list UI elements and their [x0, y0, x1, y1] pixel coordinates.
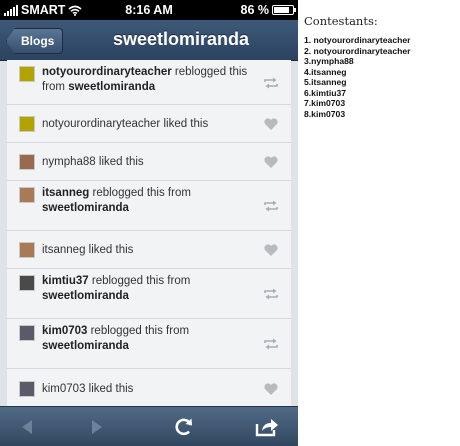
contestant-item: 4.itsanneg	[304, 66, 347, 77]
note-text: notyourordinaryteacher reblogged this fr…	[42, 65, 261, 95]
avatar[interactable]	[19, 381, 35, 397]
reblog-icon	[264, 338, 278, 350]
note-username[interactable]: itsanneg	[42, 187, 89, 199]
reblog-icon	[264, 288, 278, 300]
refresh-icon[interactable]	[172, 415, 196, 439]
battery-indicator: 86 %	[240, 3, 296, 17]
battery-percent: 86 %	[240, 3, 270, 17]
note-username[interactable]: kim0703	[42, 325, 87, 337]
avatar[interactable]	[19, 154, 35, 170]
avatar[interactable]	[19, 187, 35, 203]
note-text: nympha88 liked this	[42, 155, 261, 170]
note-action: reblogged this from	[87, 325, 190, 337]
forward-arrow-icon[interactable]	[84, 415, 108, 439]
contestants-heading: Contestants:	[304, 14, 378, 28]
phone-screen: SMART 8:16 AM 86 % Blogs sweetlomiranda …	[0, 0, 298, 446]
reblog-icon	[264, 200, 278, 212]
status-bar: SMART 8:16 AM 86 %	[0, 0, 298, 20]
avatar[interactable]	[19, 325, 35, 341]
note-action: reblogged this from	[88, 275, 191, 287]
note-text: kim0703 reblogged this from sweetlomiran…	[42, 324, 261, 354]
note-row[interactable]: kim0703 liked this	[7, 369, 291, 406]
note-source-blog[interactable]: sweetlomiranda	[42, 340, 129, 352]
contestants-list: 1. notyourordinaryteacher 2. notyourordin…	[304, 35, 458, 119]
notes-list[interactable]: notyourordinaryteacher reblogged this fr…	[7, 60, 291, 406]
bottom-toolbar	[0, 406, 298, 446]
contestant-item: 2. notyourordinaryteacher	[304, 45, 411, 56]
contestant-item: 3.nympha88	[304, 56, 354, 66]
battery-icon	[272, 5, 296, 15]
note-text: notyourordinaryteacher liked this	[42, 117, 261, 132]
note-row[interactable]: nympha88 liked this	[7, 143, 291, 181]
note-username[interactable]: notyourordinaryteacher	[42, 66, 172, 78]
contestant-item: 8.kim0703	[304, 108, 346, 119]
contestant-item: 1. notyourordinaryteacher	[304, 35, 411, 45]
back-arrow-icon[interactable]	[16, 415, 40, 439]
note-text: kimtiu37 reblogged this from sweetlomira…	[42, 274, 261, 304]
note-row[interactable]: notyourordinaryteacher liked this	[7, 105, 291, 143]
heart-icon	[264, 383, 278, 395]
share-icon[interactable]	[254, 415, 280, 439]
note-source-blog[interactable]: sweetlomiranda	[68, 81, 155, 93]
heart-icon	[264, 118, 278, 130]
avatar[interactable]	[19, 66, 35, 82]
note-action: itsanneg liked this	[42, 244, 134, 256]
page-title: sweetlomiranda	[112, 29, 250, 49]
note-row[interactable]: kim0703 reblogged this from sweetlomiran…	[7, 319, 291, 369]
contestant-item: 7.kim0703	[304, 98, 346, 108]
avatar[interactable]	[19, 116, 35, 132]
heart-icon	[264, 244, 278, 256]
reblog-icon	[264, 77, 278, 89]
note-row[interactable]: itsanneg liked this	[7, 231, 291, 269]
note-source-blog[interactable]: sweetlomiranda	[42, 202, 129, 214]
contestants-panel: Contestants: 1. notyourordinaryteacher 2.…	[304, 14, 458, 119]
avatar[interactable]	[19, 275, 35, 291]
note-action: reblogged this from	[89, 187, 191, 199]
blogs-back-button[interactable]: Blogs	[6, 28, 64, 54]
note-text: itsanneg liked this	[42, 243, 261, 258]
note-source-blog[interactable]: sweetlomiranda	[42, 290, 129, 302]
avatar[interactable]	[19, 242, 35, 258]
contestant-item: 6.kimtiu37	[304, 87, 347, 98]
note-action: notyourordinaryteacher liked this	[42, 118, 209, 130]
note-action: nympha88 liked this	[42, 156, 144, 168]
contestant-item: 5.itsanneg	[304, 77, 347, 87]
note-row[interactable]: kimtiu37 reblogged this from sweetlomira…	[7, 269, 291, 319]
navigation-bar: Blogs sweetlomiranda	[0, 20, 298, 61]
note-row[interactable]: itsanneg reblogged this from sweetlomira…	[7, 181, 291, 231]
note-text: itsanneg reblogged this from sweetlomira…	[42, 186, 261, 216]
note-username[interactable]: kimtiu37	[42, 275, 89, 287]
note-action: kim0703 liked this	[42, 383, 134, 395]
note-text: kim0703 liked this	[42, 382, 261, 397]
heart-icon	[264, 156, 278, 168]
note-row[interactable]: notyourordinaryteacher reblogged this fr…	[7, 60, 291, 105]
